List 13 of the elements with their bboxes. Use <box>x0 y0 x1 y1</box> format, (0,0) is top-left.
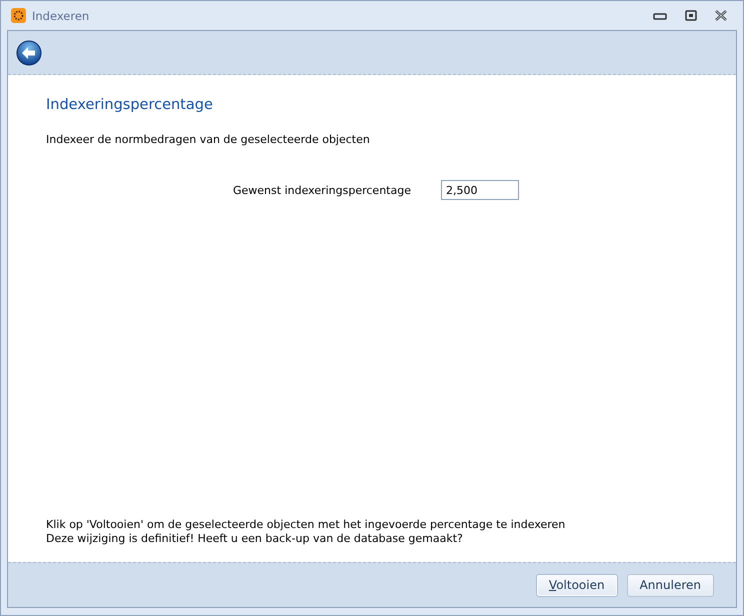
field-label: Gewenst indexeringspercentage <box>233 184 412 196</box>
footer-note: Deze wijziging is definitief! Heeft u een back-up van de database gemaakt? <box>46 532 464 546</box>
app-logo-icon <box>11 8 26 23</box>
page-heading: Indexeringspercentage <box>46 97 214 113</box>
footer-note: Klik op 'Voltooien' om de geselecteerde objecten met het ingevoerde percentage te indexeren <box>46 518 566 532</box>
window-title: Indexeren <box>32 8 90 22</box>
input-field[interactable]: 2,500 <box>441 180 519 200</box>
close-icon[interactable] <box>715 10 727 21</box>
page-description: Indexeer de normbedragen van de geselecteerde objecten <box>46 133 371 146</box>
restore-icon[interactable] <box>685 10 697 21</box>
wizard-button[interactable]: Annuleren <box>626 574 714 596</box>
wizard-button[interactable]: Voltooien <box>536 574 618 596</box>
minimize-icon[interactable] <box>653 10 667 20</box>
